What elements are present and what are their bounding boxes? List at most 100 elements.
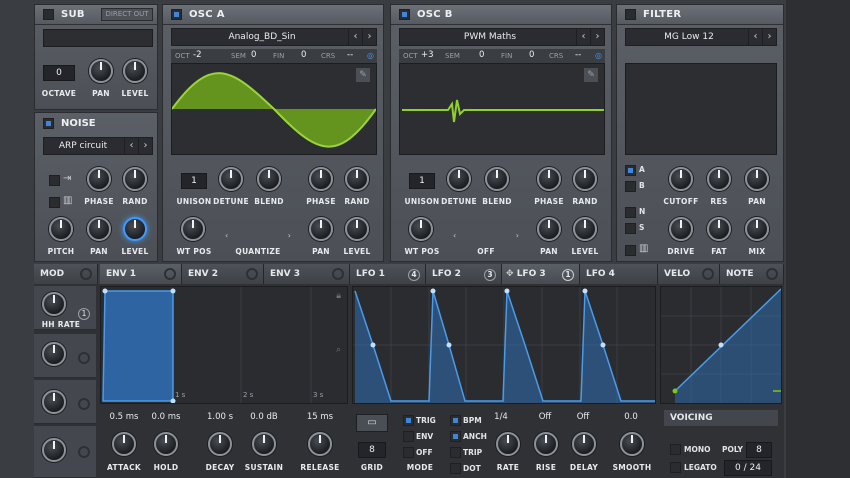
osc-b-wtpos-knob[interactable] [409,217,433,241]
osc-b-sem-value[interactable]: 0 [479,50,484,60]
noise-prev-arrow[interactable]: ‹ [124,138,138,154]
osc-a-rand-knob[interactable] [345,167,369,191]
filter-route-n-checkbox[interactable] [625,207,636,218]
filter-preset[interactable]: MG Low 12 ‹ › [625,28,777,46]
osc-b-level-knob[interactable] [573,217,597,241]
sub-level-knob[interactable] [123,59,147,83]
grid-field[interactable]: 8 [358,442,386,458]
filter-response-display[interactable] [625,63,777,155]
osc-a-detune-knob[interactable] [219,167,243,191]
noise-stereo-checkbox[interactable] [49,197,60,208]
osc-a-edit-icon[interactable]: ✎ [356,68,370,82]
osc-b-wavetable-display[interactable]: ✎ [399,63,605,155]
noise-rand-knob[interactable] [123,167,147,191]
direct-out-button[interactable]: DIRECT OUT [101,8,153,21]
legato-checkbox[interactable] [670,462,681,473]
tab-lfo-1[interactable]: LFO 1 4 [350,264,426,284]
smooth-value[interactable]: 0.0 [616,412,646,422]
osc-a-next-arrow[interactable]: › [362,29,376,45]
osc-a-prev-arrow[interactable]: ‹ [348,29,362,45]
tab-lfo-2[interactable]: LFO 2 3 [426,264,502,284]
osc-a-oct-value[interactable]: -2 [193,50,201,60]
filter-res-knob[interactable] [707,167,731,191]
osc-a-crs-value[interactable]: -- [347,50,353,60]
rate-value[interactable]: 1/4 [486,412,516,422]
off-checkbox[interactable] [403,447,414,458]
env-graph[interactable]: 1 s 2 s 3 s 🔒︎ ⌕ [100,286,348,404]
osc-a-wtpos-knob[interactable] [181,217,205,241]
osc-b-pan-knob[interactable] [537,217,561,241]
tab-env-1[interactable]: ENV 1 [100,264,182,284]
osc-b-prev-arrow[interactable]: ‹ [576,29,590,45]
rise-knob[interactable] [534,432,558,456]
tab-env-3[interactable]: ENV 3 [264,264,350,284]
poly-field[interactable]: 8 [746,442,772,458]
osc-b-enable-checkbox[interactable] [399,9,410,20]
osc-a-enable-checkbox[interactable] [171,9,182,20]
anch-checkbox[interactable] [450,431,461,442]
attack-value[interactable]: 0.5 ms [104,412,144,422]
noise-level-knob[interactable] [123,217,147,241]
noise-phase-knob[interactable] [87,167,111,191]
warp-left-arrow[interactable]: ‹ [453,231,456,240]
sub-enable-checkbox[interactable] [43,9,54,20]
delay-value[interactable]: Off [568,412,598,422]
lfo-graph[interactable] [352,286,656,404]
filter-prev-arrow[interactable]: ‹ [748,29,762,45]
filter-keytrack-checkbox[interactable] [625,245,636,256]
osc-a-wavetable-display[interactable]: ✎ [171,63,377,155]
velo-graph[interactable] [660,286,782,404]
osc-b-warp-selector[interactable]: ‹ › [453,231,519,243]
filter-pan-knob[interactable] [745,167,769,191]
osc-b-power-icon[interactable]: ◎ [595,51,602,60]
osc-a-power-icon[interactable]: ◎ [367,51,374,60]
osc-b-blend-knob[interactable] [485,167,509,191]
filter-route-b-checkbox[interactable] [625,181,636,192]
osc-a-sem-value[interactable]: 0 [251,50,256,60]
osc-b-preset[interactable]: PWM Maths ‹ › [399,28,605,46]
tab-env-2[interactable]: ENV 2 [182,264,264,284]
hh-rate-knob[interactable] [42,292,66,316]
decay-knob[interactable] [208,432,232,456]
tab-note[interactable]: NOTE [720,264,784,284]
filter-enable-checkbox[interactable] [625,9,636,20]
drag-move-icon[interactable]: ✥ [506,269,514,279]
filter-fat-knob[interactable] [707,217,731,241]
lock-icon[interactable]: 🔒︎ [336,291,341,301]
osc-b-edit-icon[interactable]: ✎ [584,68,598,82]
quantize-right-arrow[interactable]: › [288,231,291,240]
osc-a-preset[interactable]: Analog_BD_Sin ‹ › [171,28,377,46]
osc-a-level-knob[interactable] [345,217,369,241]
osc-a-phase-knob[interactable] [309,167,333,191]
rise-value[interactable]: Off [530,412,560,422]
noise-pitch-knob[interactable] [49,217,73,241]
hold-value[interactable]: 0.0 ms [146,412,186,422]
zoom-icon[interactable]: ⌕ [336,345,341,355]
noise-enable-checkbox[interactable] [43,118,54,129]
trig-checkbox[interactable] [403,415,414,426]
tab-velo[interactable]: VELO [658,264,720,284]
osc-b-rand-knob[interactable] [573,167,597,191]
sub-pan-knob[interactable] [89,59,113,83]
decay-value[interactable]: 1.00 s [200,412,240,422]
lfo-preset-button[interactable]: ▭ [356,414,388,432]
osc-b-unison-field[interactable]: 1 [409,173,435,189]
noise-keytrack-checkbox[interactable] [49,175,60,186]
tab-lfo-3[interactable]: ✥ LFO 3 1 [502,264,580,284]
dot-checkbox[interactable] [450,463,461,474]
mod-slot-4-knob[interactable] [42,438,66,462]
noise-preset[interactable]: ARP circuit ‹ › [43,137,153,155]
filter-route-s-checkbox[interactable] [625,223,636,234]
osc-a-quantize-selector[interactable]: ‹ › [225,231,291,243]
tab-lfo-4[interactable]: LFO 4 [580,264,658,284]
mono-checkbox[interactable] [670,444,681,455]
env-checkbox[interactable] [403,431,414,442]
rate-knob[interactable] [496,432,520,456]
osc-a-pan-knob[interactable] [309,217,333,241]
delay-knob[interactable] [572,432,596,456]
noise-next-arrow[interactable]: › [138,138,152,154]
filter-next-arrow[interactable]: › [762,29,776,45]
osc-a-blend-knob[interactable] [257,167,281,191]
osc-b-crs-value[interactable]: -- [575,50,581,60]
filter-mix-knob[interactable] [745,217,769,241]
